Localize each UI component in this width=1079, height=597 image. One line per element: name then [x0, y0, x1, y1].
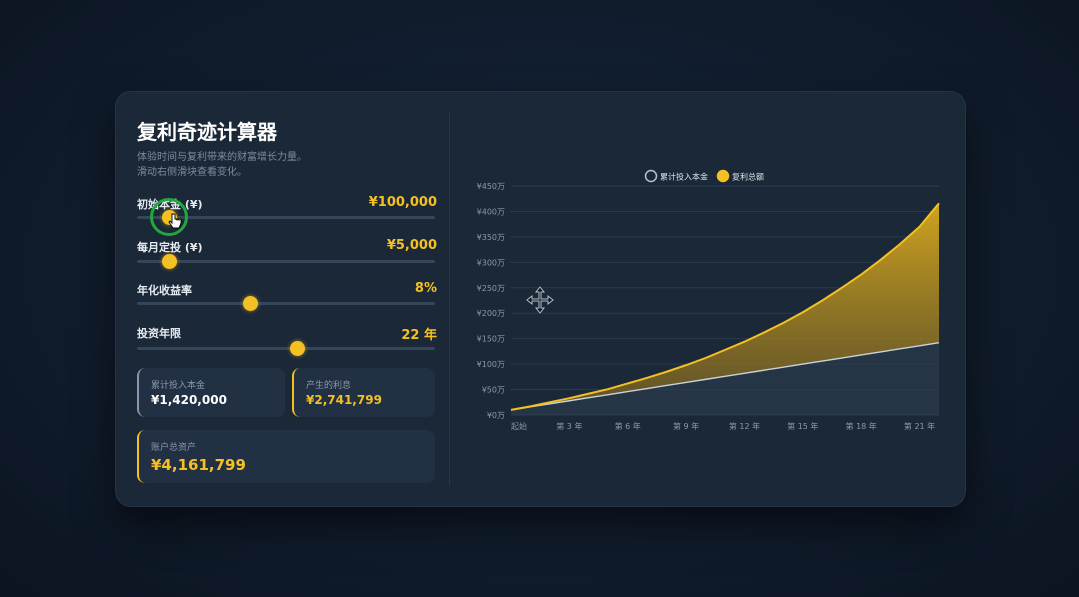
total-stat-label: 账户总资产 [151, 443, 197, 453]
y-tick-label: ¥0万 [487, 411, 505, 420]
x-tick-label: 第 15 年 [787, 421, 818, 431]
monthly-slider-label: 每月定投 (¥) [137, 241, 203, 254]
chart-legend: 累计投入本金 复利总额 [644, 169, 764, 183]
rate-slider-track[interactable] [137, 302, 435, 305]
x-tick-label: 第 12 年 [729, 421, 760, 431]
principal-stat-value: ¥1,420,000 [151, 393, 227, 407]
x-tick-label: 第 6 年 [615, 421, 641, 431]
monthly-slider-value: ¥5,000 [386, 238, 437, 253]
y-tick-label: ¥250万 [477, 284, 505, 293]
principal-stat-label: 累计投入本金 [151, 381, 206, 391]
years-slider-label: 投资年限 [137, 327, 181, 340]
monthly-slider-thumb[interactable] [162, 254, 178, 269]
x-tick-label: 第 9 年 [673, 421, 699, 431]
y-tick-label: ¥50万 [482, 386, 505, 395]
total-stat-card: 账户总资产 ¥4,161,799 [137, 430, 435, 483]
move-cursor-icon [526, 286, 554, 314]
legend-swatch-1[interactable] [716, 169, 730, 183]
y-tick-label: ¥450万 [477, 182, 505, 191]
x-tick-label: 第 21 年 [904, 421, 935, 431]
description-line-1: 体验时间与复利带来的财富增长力量。 [137, 152, 307, 163]
interest-stat-label: 产生的利息 [306, 381, 352, 391]
legend-label-1[interactable]: 复利总额 [732, 172, 764, 182]
y-tick-label: ¥100万 [477, 360, 505, 369]
principal-slider-value: ¥100,000 [368, 195, 437, 210]
x-tick-label: 起始 [511, 421, 527, 431]
rate-slider-label: 年化收益率 [137, 284, 192, 297]
calculator-card: 复利奇迹计算器 体验时间与复利带来的财富增长力量。 滑动右侧滑块查看变化。 初始… [115, 91, 966, 507]
y-tick-label: ¥400万 [477, 207, 505, 216]
total-stat-value: ¥4,161,799 [151, 456, 246, 474]
monthly-slider-track[interactable] [137, 260, 435, 263]
description-line-2: 滑动右侧滑块查看变化。 [137, 167, 247, 178]
legend-label-0[interactable]: 累计投入本金 [660, 172, 708, 182]
years-slider-value: 22 年 [401, 328, 437, 343]
x-tick-label: 第 18 年 [846, 421, 877, 431]
panel-divider [449, 112, 450, 486]
rate-slider-thumb[interactable] [242, 296, 258, 311]
y-tick-label: ¥350万 [477, 233, 505, 242]
hand-cursor-icon [168, 213, 182, 229]
y-tick-label: ¥200万 [477, 309, 505, 318]
y-tick-label: ¥300万 [477, 258, 505, 267]
interest-stat-value: ¥2,741,799 [306, 393, 382, 407]
years-slider-thumb[interactable] [290, 341, 306, 356]
principal-stat-card: 累计投入本金 ¥1,420,000 [137, 368, 285, 417]
rate-slider-value: 8% [414, 281, 437, 296]
controls-panel: 复利奇迹计算器 体验时间与复利带来的财富增长力量。 滑动右侧滑块查看变化。 初始… [137, 92, 437, 506]
interest-stat-card: 产生的利息 ¥2,741,799 [292, 368, 435, 417]
years-slider-track[interactable] [137, 347, 435, 350]
page-title: 复利奇迹计算器 [137, 120, 277, 144]
x-tick-label: 第 3 年 [556, 421, 582, 431]
legend-swatch-0[interactable] [644, 169, 658, 183]
y-tick-label: ¥150万 [477, 335, 505, 344]
